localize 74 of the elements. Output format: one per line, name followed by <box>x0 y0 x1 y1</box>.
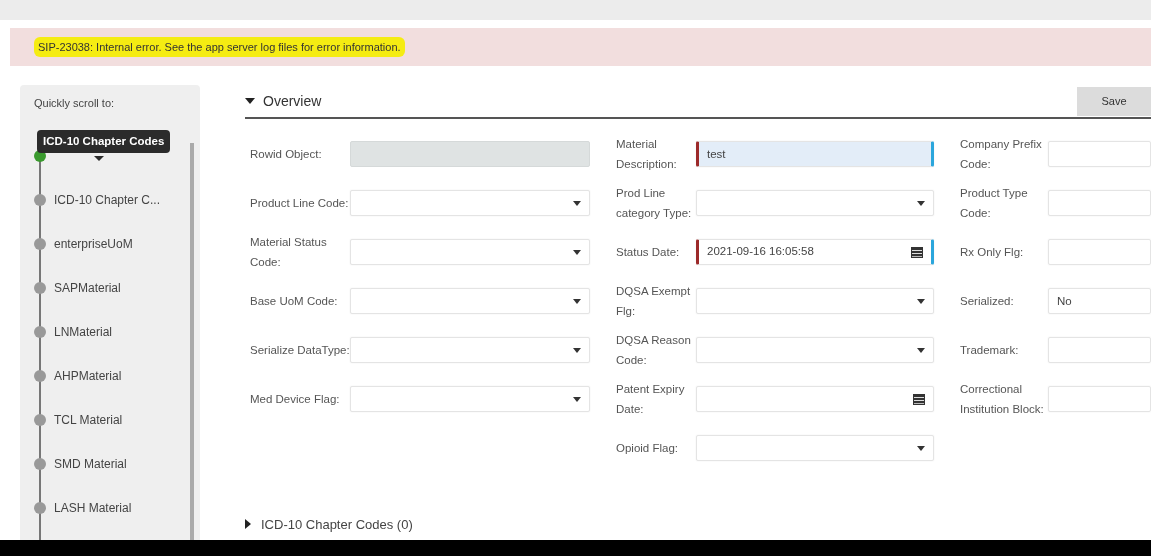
caret-icon <box>917 445 925 451</box>
caret-icon <box>573 200 581 206</box>
text-field[interactable]: test <box>696 141 934 167</box>
dropdown-field[interactable] <box>350 190 590 216</box>
error-message: SIP-23038: Internal error. See the app server log files for error information. <box>34 36 405 58</box>
expand-triangle-icon[interactable] <box>245 519 251 530</box>
dropdown-field[interactable] <box>696 288 934 314</box>
field-label: Correctional Institution Block: <box>960 382 1045 417</box>
dropdown-field[interactable] <box>350 239 590 265</box>
sidebar-link[interactable]: ICD-10 Chapter C... <box>54 190 161 209</box>
timeline-dot[interactable] <box>34 237 46 250</box>
date-field[interactable]: 2021-09-16 16:05:58 <box>696 239 934 265</box>
timeline-dot[interactable] <box>34 325 46 338</box>
field-label: Company Prefix Code: <box>960 137 1043 172</box>
field-label: Product Type Code: <box>960 186 1029 221</box>
caret-icon <box>573 249 581 255</box>
field-label: Status Date: <box>616 245 681 260</box>
field-label: DQSA Reason Code: <box>616 333 692 368</box>
dropdown-field[interactable] <box>696 190 934 216</box>
collapse-triangle-icon[interactable] <box>245 98 255 104</box>
timeline-dot[interactable] <box>34 457 46 470</box>
save-button[interactable]: Save <box>1077 86 1151 116</box>
dropdown-field[interactable] <box>696 337 934 363</box>
text-field[interactable] <box>1048 239 1151 265</box>
tooltip-arrow <box>94 155 104 161</box>
text-field[interactable] <box>1048 337 1151 363</box>
caret-icon <box>917 298 925 304</box>
field-label: Serialize DataType: <box>250 343 350 358</box>
dropdown-field[interactable] <box>350 337 590 363</box>
field-label: Rowid Object: <box>250 147 323 162</box>
timeline-dot[interactable] <box>34 193 46 206</box>
timeline-dot[interactable] <box>34 501 46 514</box>
field-label: DQSA Exempt Flg: <box>616 284 692 319</box>
timeline-dot[interactable] <box>34 281 46 294</box>
dropdown-field[interactable] <box>696 435 934 461</box>
dropdown-field[interactable] <box>350 288 590 314</box>
caret-icon <box>573 347 581 353</box>
text-field[interactable] <box>1048 141 1151 167</box>
caret-icon <box>917 200 925 206</box>
field-label: Product Line Code: <box>250 196 350 211</box>
sidebar-link[interactable]: TCL Material <box>54 410 123 429</box>
field-label: Base UoM Code: <box>250 294 339 309</box>
field-label: Material Description: <box>616 137 678 172</box>
dropdown-field[interactable] <box>350 386 590 412</box>
field-label: Patent Expiry Date: <box>616 382 686 417</box>
date-field[interactable] <box>696 386 934 412</box>
caret-icon <box>573 298 581 304</box>
text-field[interactable] <box>1048 386 1151 412</box>
sidebar-link[interactable]: SMD Material <box>54 454 127 473</box>
section-title: Overview <box>263 91 322 111</box>
field-label: Serialized: <box>960 294 1015 309</box>
section-title: ICD-10 Chapter Codes (0) <box>261 515 413 534</box>
sidebar-link[interactable]: LNMaterial <box>54 322 113 341</box>
calendar-icon <box>913 393 925 405</box>
field-label: Med Device Flag: <box>250 392 341 407</box>
text-field[interactable] <box>1048 190 1151 216</box>
scrollbar[interactable] <box>190 143 194 540</box>
caret-icon <box>917 347 925 353</box>
sidebar-link[interactable]: enterpriseUoM <box>54 234 133 253</box>
sidebar-link[interactable]: SAPMaterial <box>54 278 121 297</box>
field-label: Prod Line category Type: <box>616 186 693 221</box>
timeline-dot[interactable] <box>34 369 46 382</box>
sidebar-title: Quickly scroll to: <box>34 96 116 111</box>
calendar-icon <box>911 246 923 258</box>
sidebar-link[interactable]: LASH Material <box>54 498 132 517</box>
tooltip: ICD-10 Chapter Codes <box>37 129 171 153</box>
field-label: Rx Only Flg: <box>960 245 1025 260</box>
text-field[interactable]: No <box>1048 288 1151 314</box>
timeline-dot[interactable] <box>34 413 46 426</box>
field-label: Material Status Code: <box>250 235 328 270</box>
field-label: Opioid Flag: <box>616 441 679 456</box>
caret-icon <box>573 396 581 402</box>
field-label: Trademark: <box>960 343 1020 358</box>
sidebar-link[interactable]: AHPMaterial <box>54 366 122 385</box>
